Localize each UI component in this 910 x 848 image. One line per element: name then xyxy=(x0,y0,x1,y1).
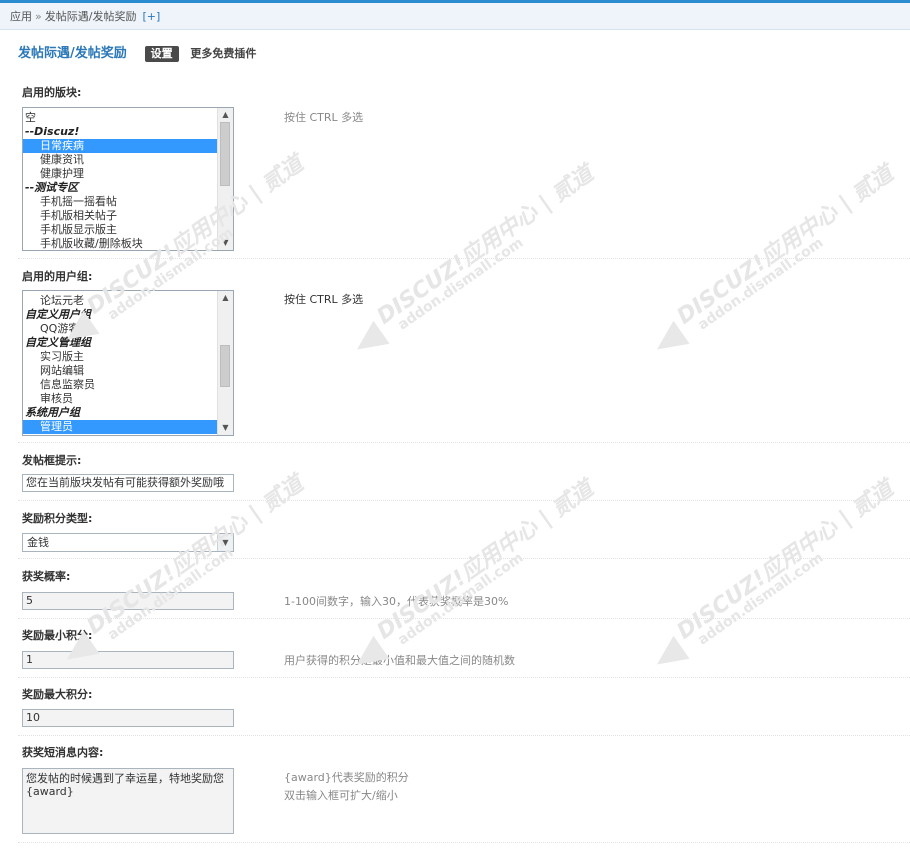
forums-hint: 按住 CTRL 多选 xyxy=(284,111,364,124)
post-hint-label: 发帖框提示: xyxy=(22,454,82,467)
list-option[interactable]: 信息监察员 xyxy=(23,378,217,392)
forums-label: 启用的版块: xyxy=(22,86,82,99)
list-option[interactable]: 日常疾病 xyxy=(23,139,217,153)
option-group-header[interactable]: 系统用户组 xyxy=(23,406,217,420)
max-credit-input[interactable]: 10 xyxy=(22,709,234,727)
list-option[interactable]: 网站编辑 xyxy=(23,364,217,378)
row-divider xyxy=(18,442,910,443)
probability-input[interactable]: 5 xyxy=(22,592,234,610)
min-credit-hint: 用户获得的积分是最小值和最大值之间的随机数 xyxy=(284,654,515,667)
max-credit-label: 奖励最大积分: xyxy=(22,688,93,701)
forums-scrollbar[interactable]: ▲ ▼ xyxy=(217,108,233,250)
list-option[interactable]: 审核员 xyxy=(23,392,217,406)
watermark: DISCUZ!应用中心 | 贰道 addon.dismall.com xyxy=(319,146,601,393)
usergroups-label: 启用的用户组: xyxy=(22,270,93,283)
message-hint-resize: 双击输入框可扩大/缩小 xyxy=(284,789,398,802)
list-option[interactable]: 手机版收藏/删除板块 xyxy=(23,237,217,250)
message-label: 获奖短消息内容: xyxy=(22,746,104,759)
credit-type-value: 金钱 xyxy=(27,536,49,549)
chevron-down-icon[interactable]: ▼ xyxy=(217,534,233,551)
row-divider xyxy=(18,558,910,559)
scroll-thumb[interactable] xyxy=(220,345,230,387)
row-divider xyxy=(18,735,910,736)
plugin-header: 发帖际遇/发帖奖励 设置 更多免费插件 xyxy=(18,44,256,62)
list-option[interactable]: 手机版显示版主 xyxy=(23,223,217,237)
probability-label: 获奖概率: xyxy=(22,570,71,583)
breadcrumb-current: 发帖际遇/发帖奖励 xyxy=(44,10,137,23)
min-credit-input[interactable]: 1 xyxy=(22,651,234,669)
scroll-down-icon[interactable]: ▼ xyxy=(218,236,233,250)
option-group-header[interactable]: 自定义管理组 xyxy=(23,336,217,350)
row-divider xyxy=(18,500,910,501)
credit-type-label: 奖励积分类型: xyxy=(22,512,93,525)
option-group-header[interactable]: --Discuz! xyxy=(23,125,217,139)
watermark: DISCUZ!应用中心 | 贰道 addon.dismall.com xyxy=(619,461,901,708)
list-option[interactable]: 手机摇一摇看帖 xyxy=(23,195,217,209)
message-hint-award: {award}代表奖励的积分 xyxy=(284,771,409,784)
message-textarea[interactable]: 您发帖的时候遇到了幸运星，特地奖励您 {award} xyxy=(22,768,234,834)
scroll-up-icon[interactable]: ▲ xyxy=(218,291,233,305)
list-option[interactable]: 管理员 xyxy=(23,420,217,434)
option-group-header[interactable]: 自定义用户组 xyxy=(23,308,217,322)
option-group-header[interactable]: --测试专区 xyxy=(23,181,217,195)
probability-hint: 1-100间数字，输入30，代表获奖概率是30% xyxy=(284,595,509,608)
scroll-thumb[interactable] xyxy=(220,122,230,186)
row-divider xyxy=(18,677,910,678)
row-divider xyxy=(18,618,910,619)
list-option[interactable]: QQ游客 xyxy=(23,322,217,336)
list-option[interactable]: 论坛元老 xyxy=(23,294,217,308)
list-option[interactable]: 健康护理 xyxy=(23,167,217,181)
usergroups-hint: 按住 CTRL 多选 xyxy=(284,293,364,306)
watermark: DISCUZ!应用中心 | 贰道 addon.dismall.com xyxy=(319,461,601,708)
breadcrumb-separator: » xyxy=(35,10,42,23)
more-plugins-link[interactable]: 更多免费插件 xyxy=(190,47,256,60)
list-option[interactable]: 健康资讯 xyxy=(23,153,217,167)
add-shortcut-link[interactable]: [+] xyxy=(142,10,160,23)
breadcrumb-apps-link[interactable]: 应用 xyxy=(10,10,32,23)
page-title: 发帖际遇/发帖奖励 xyxy=(18,46,127,61)
breadcrumb: 应用» 发帖际遇/发帖奖励 [+] xyxy=(0,3,910,30)
scroll-up-icon[interactable]: ▲ xyxy=(218,108,233,122)
min-credit-label: 奖励最小积分: xyxy=(22,629,93,642)
forums-multiselect[interactable]: 空 --Discuz! 日常疾病 健康资讯 健康护理 --测试专区 手机摇一摇看帖 手机版相关… xyxy=(22,107,234,251)
list-option[interactable]: 实习版主 xyxy=(23,350,217,364)
row-divider xyxy=(18,842,910,843)
settings-tab-button[interactable]: 设置 xyxy=(144,46,179,62)
watermark: DISCUZ!应用中心 | 贰道 addon.dismall.com xyxy=(619,146,901,393)
credit-type-select[interactable]: 金钱 ▼ xyxy=(22,533,234,552)
usergroups-scrollbar[interactable]: ▲ ▼ xyxy=(217,291,233,435)
row-divider xyxy=(18,258,910,259)
usergroups-multiselect[interactable]: 论坛元老 自定义用户组 QQ游客 自定义管理组 实习版主 网站编辑 信息监察员 审核员 系统用户… xyxy=(22,290,234,436)
post-hint-input[interactable]: 您在当前版块发帖有可能获得额外奖励哦 xyxy=(22,474,234,492)
list-option[interactable]: 空 xyxy=(23,111,217,125)
list-option[interactable]: 手机版相关帖子 xyxy=(23,209,217,223)
scroll-down-icon[interactable]: ▼ xyxy=(218,421,233,435)
